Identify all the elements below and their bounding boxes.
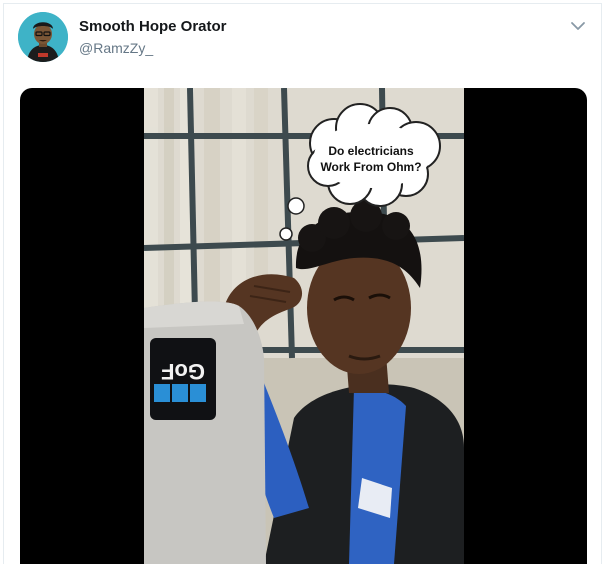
tweet-video[interactable]: GoF — [20, 88, 587, 564]
thought-bubble-caption: Do electricians Work From Ohm? — [306, 143, 436, 175]
avatar-illustration-icon — [18, 12, 68, 62]
avatar[interactable] — [18, 12, 68, 62]
display-name[interactable]: Smooth Hope Orator — [79, 18, 227, 35]
caption-line-1: Do electricians — [328, 144, 414, 158]
chevron-down-icon[interactable] — [568, 18, 588, 34]
user-handle[interactable]: @RamzZy_ — [79, 40, 153, 56]
svg-text:GoF: GoF — [161, 359, 205, 384]
caption-line-2: Work From Ohm? — [320, 160, 422, 174]
